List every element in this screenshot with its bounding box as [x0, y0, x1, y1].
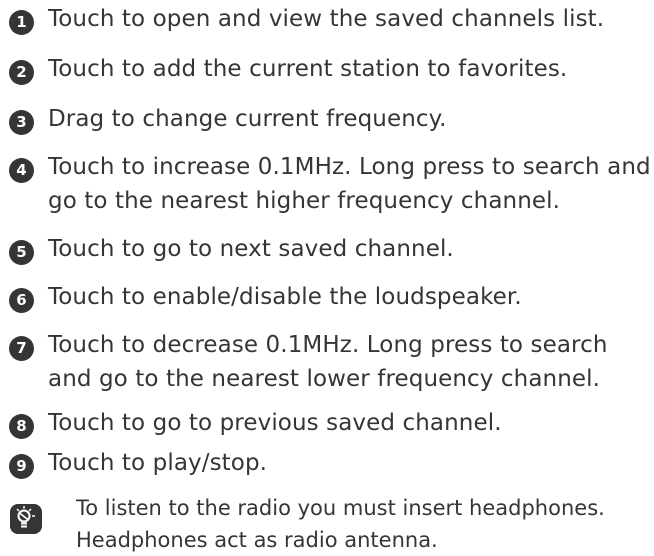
tip-text-line: To listen to the radio you must insert h… — [76, 496, 605, 520]
step-description-line: and go to the nearest lower frequency ch… — [48, 366, 601, 392]
step-description: Touch to open and view the saved channel… — [48, 2, 652, 36]
step-description-line: go to the nearest higher frequency chann… — [48, 188, 561, 214]
step-number-badge: 4 — [9, 158, 34, 183]
tip-text: To listen to the radio you must insert h… — [76, 492, 654, 556]
step-description-line: Touch to increase 0.1MHz. Long press to … — [48, 154, 651, 180]
step-number-badge: 1 — [9, 10, 34, 35]
step-description: Touch to enable/disable the loudspeaker. — [48, 280, 652, 314]
step-number-badge: 7 — [9, 336, 34, 361]
step-description: Drag to change current frequency. — [48, 102, 652, 136]
step-description-line: Touch to add the current station to favo… — [48, 56, 568, 82]
step-description-line: Drag to change current frequency. — [48, 106, 447, 132]
step-number-badge: 3 — [9, 110, 34, 135]
tip-text-line: Headphones act as radio antenna. — [76, 528, 438, 552]
step-description: Touch to increase 0.1MHz. Long press to … — [48, 150, 652, 218]
step-number-badge: 9 — [9, 454, 34, 479]
step-number-badge: 6 — [9, 288, 34, 313]
step-number-badge: 8 — [9, 414, 34, 439]
step-description-line: Touch to decrease 0.1MHz. Long press to … — [48, 332, 608, 358]
step-description-line: Touch to go to previous saved channel. — [48, 410, 502, 436]
step-number-badge: 2 — [9, 60, 34, 85]
step-description: Touch to add the current station to favo… — [48, 52, 652, 86]
step-description: Touch to play/stop. — [48, 446, 652, 480]
step-description-line: Touch to enable/disable the loudspeaker. — [48, 284, 522, 310]
step-description-line: Touch to play/stop. — [48, 450, 268, 476]
step-description-line: Touch to open and view the saved channel… — [48, 6, 605, 32]
step-description: Touch to decrease 0.1MHz. Long press to … — [48, 328, 652, 396]
step-number-badge: 5 — [9, 240, 34, 265]
step-description: Touch to go to next saved channel. — [48, 232, 652, 266]
step-description: Touch to go to previous saved channel. — [48, 406, 652, 440]
lightbulb-tip-icon — [10, 504, 42, 534]
step-description-line: Touch to go to next saved channel. — [48, 236, 454, 262]
